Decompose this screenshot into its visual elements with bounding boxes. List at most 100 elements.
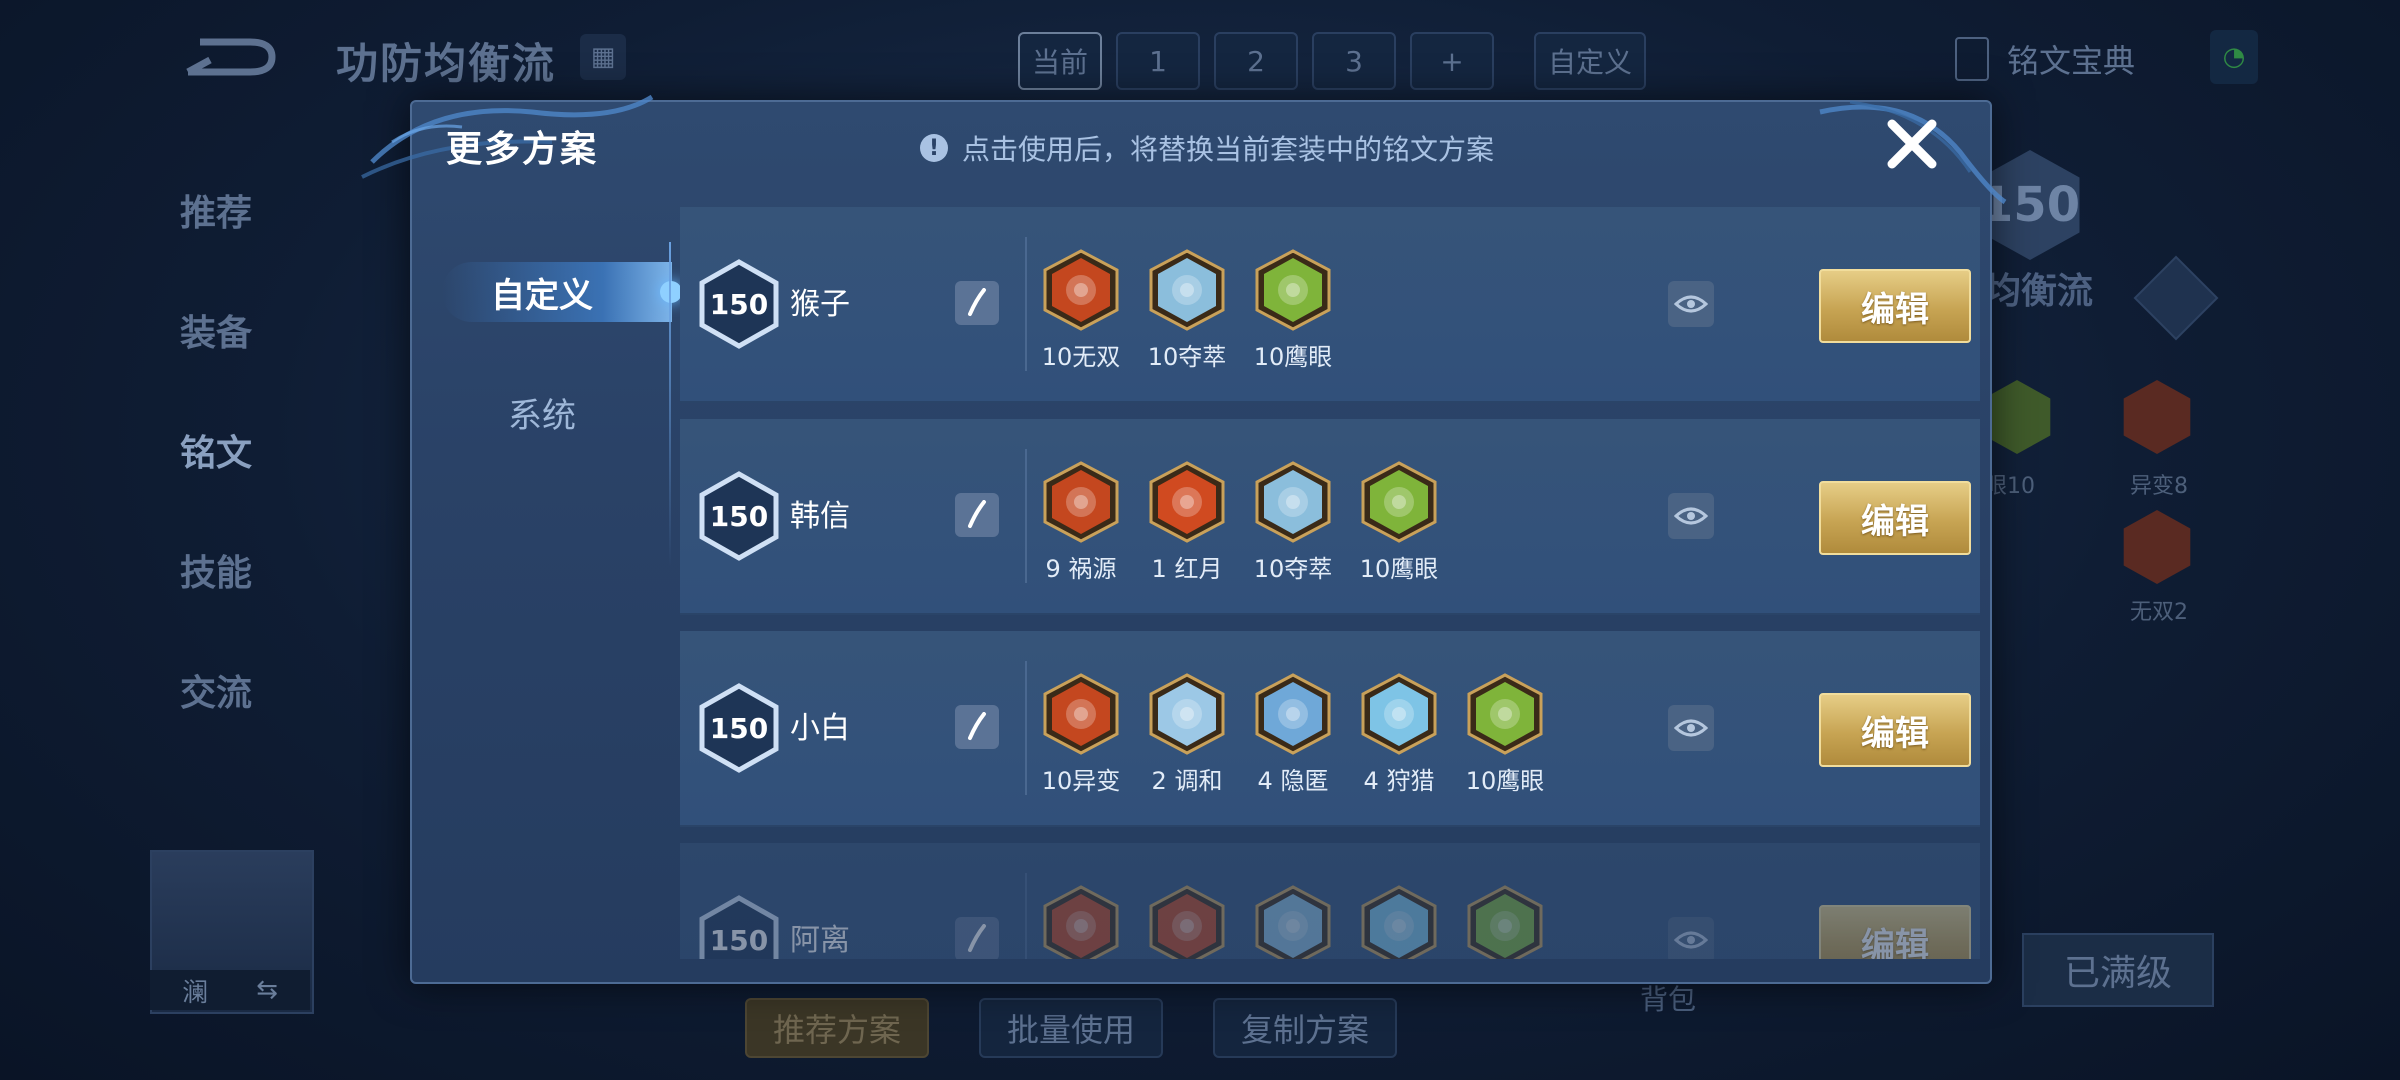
edit-button[interactable]: 编辑 bbox=[1819, 481, 1971, 555]
rune-label: 10异变 bbox=[1041, 767, 1121, 795]
scheme-row[interactable]: 150 小白 10异变 2 调和 4 隐匿 4 狩猎 10鹰眼 编辑 bbox=[680, 631, 1980, 827]
tab-current[interactable]: 当前 bbox=[1018, 32, 1103, 90]
edit-button[interactable]: 编辑 bbox=[1819, 269, 1971, 343]
rune-icon bbox=[1043, 885, 1119, 959]
rune-set: 10无双 10夺萃 10鹰眼 bbox=[1040, 249, 1334, 372]
eye-icon bbox=[1674, 295, 1708, 313]
rune-item: 10夺萃 bbox=[1252, 461, 1334, 584]
tab-label: 系统 bbox=[508, 395, 576, 436]
dialog-hint: ! 点击使用后，将替换当前套装中的铭文方案 bbox=[920, 128, 1494, 168]
tab-2[interactable]: 2 bbox=[1214, 32, 1299, 90]
rune-icon bbox=[1361, 885, 1437, 959]
info-icon: ! bbox=[920, 134, 948, 162]
divider bbox=[1025, 449, 1027, 583]
close-button[interactable] bbox=[1880, 112, 1944, 176]
tab-custom-schemes[interactable]: 自定义 bbox=[412, 232, 682, 352]
preview-button[interactable] bbox=[1668, 705, 1714, 751]
rune-icon bbox=[1043, 249, 1119, 331]
tab-1[interactable]: 1 bbox=[1116, 32, 1201, 90]
scheme-name: 韩信 bbox=[790, 499, 850, 534]
rune-label: 1 红月 bbox=[1151, 555, 1223, 583]
divider bbox=[669, 242, 671, 567]
rune-item: 4 隐匿 bbox=[1252, 673, 1334, 796]
tab-add[interactable]: + bbox=[1410, 32, 1495, 90]
tab-3[interactable]: 3 bbox=[1312, 32, 1397, 90]
rune-label: 4 狩猎 bbox=[1363, 767, 1435, 795]
rune-icon bbox=[1467, 885, 1543, 959]
level-text: 150 bbox=[710, 924, 768, 957]
rune-icon bbox=[1149, 249, 1225, 331]
batch-use-button[interactable]: 批量使用 bbox=[979, 998, 1164, 1058]
rune-icon bbox=[1255, 461, 1331, 543]
menu-icon[interactable] bbox=[2133, 255, 2219, 341]
nav-item-runes[interactable]: 铭文 bbox=[180, 390, 252, 510]
rune-icon bbox=[1255, 249, 1331, 331]
rune-label: 10夺萃 bbox=[1147, 343, 1227, 371]
rename-button[interactable] bbox=[955, 281, 999, 325]
edit-button[interactable]: 编辑 bbox=[1819, 905, 1971, 959]
nav-item-skills[interactable]: 技能 bbox=[180, 510, 252, 630]
rename-button[interactable] bbox=[955, 493, 999, 537]
rune-label-bg: 眼10 bbox=[1985, 474, 2035, 499]
level-badge: 150 bbox=[699, 683, 779, 773]
rune-item: 10鹰眼 bbox=[1464, 673, 1546, 796]
scheme-title-bg: 均衡流 bbox=[1985, 271, 2094, 312]
hint-text: 点击使用后，将替换当前套装中的铭文方案 bbox=[962, 133, 1495, 166]
hero-switcher[interactable]: 澜 ⇆ bbox=[150, 970, 310, 1010]
pencil-icon bbox=[968, 924, 986, 952]
dialog-side-tabs: 自定义 系统 bbox=[412, 232, 682, 472]
rune-item: 10鹰眼 bbox=[1358, 461, 1440, 584]
preview-button[interactable] bbox=[1668, 493, 1714, 539]
rune-icon bbox=[1361, 673, 1437, 755]
rune-book-button[interactable]: 铭文宝典 bbox=[1955, 36, 2135, 82]
grid-icon[interactable]: ▦ bbox=[580, 34, 626, 80]
rune-item: 1 红月 bbox=[1146, 461, 1228, 584]
scheme-row[interactable]: 150 阿离 编辑 bbox=[680, 843, 1980, 959]
rune-label: 10鹰眼 bbox=[1359, 555, 1439, 583]
nav-item-equipment[interactable]: 装备 bbox=[180, 270, 252, 390]
bag-label[interactable]: 背包 bbox=[1640, 978, 1696, 1018]
preview-button[interactable] bbox=[1668, 281, 1714, 327]
rename-button[interactable] bbox=[955, 705, 999, 749]
rune-label: 10夺萃 bbox=[1253, 555, 1333, 583]
pencil-icon bbox=[968, 712, 986, 740]
rune-label: 10鹰眼 bbox=[1465, 767, 1545, 795]
rune-item: 10鹰眼 bbox=[1252, 249, 1334, 372]
recommend-scheme-button[interactable]: 推荐方案 bbox=[745, 998, 930, 1058]
rune-icon bbox=[1361, 461, 1437, 543]
tab-label: 自定义 bbox=[491, 275, 593, 316]
eye-icon bbox=[1674, 507, 1708, 525]
swap-icon: ⇆ bbox=[256, 975, 278, 1005]
rune-item: 10无双 bbox=[1040, 249, 1122, 372]
close-icon bbox=[1887, 119, 1937, 169]
edit-button[interactable]: 编辑 bbox=[1819, 693, 1971, 767]
scheme-row[interactable]: 150 韩信 9 祸源 1 红月 10夺萃 10鹰眼 编辑 bbox=[680, 419, 1980, 615]
rune-item: 10夺萃 bbox=[1146, 249, 1228, 372]
back-arrow-icon[interactable] bbox=[180, 32, 280, 82]
rune-item: 2 调和 bbox=[1146, 673, 1228, 796]
rune-item bbox=[1040, 885, 1122, 959]
level-badge: 150 bbox=[699, 471, 779, 561]
nav-item-recommend[interactable]: 推荐 bbox=[180, 150, 252, 270]
rune-label: 10鹰眼 bbox=[1253, 343, 1333, 371]
scheme-name: 小白 bbox=[790, 711, 850, 746]
level-text: 150 bbox=[710, 288, 768, 321]
preview-button[interactable] bbox=[1668, 917, 1714, 959]
nav-item-community[interactable]: 交流 bbox=[180, 630, 252, 750]
copy-scheme-button[interactable]: 复制方案 bbox=[1213, 998, 1398, 1058]
divider bbox=[1025, 873, 1027, 959]
eye-icon bbox=[1674, 719, 1708, 737]
scheme-row[interactable]: 150 猴子 10无双 10夺萃 10鹰眼 编辑 bbox=[680, 207, 1980, 403]
pencil-icon bbox=[968, 500, 986, 528]
scheme-list[interactable]: 150 猴子 10无双 10夺萃 10鹰眼 编辑 150 韩信 9 祸源 1 红… bbox=[680, 207, 1980, 959]
rune-book-label: 铭文宝典 bbox=[2007, 42, 2136, 80]
tab-custom[interactable]: 自定义 bbox=[1534, 32, 1647, 90]
hero-name: 澜 bbox=[182, 977, 209, 1008]
maxed-button[interactable]: 已满级 bbox=[2022, 933, 2214, 1007]
rename-button[interactable] bbox=[955, 917, 999, 959]
rune-icon-bg bbox=[2123, 510, 2191, 584]
bottom-actions: 推荐方案 批量使用 复制方案 bbox=[745, 998, 1398, 1058]
level-badge: 150 bbox=[699, 259, 779, 349]
tab-system-schemes[interactable]: 系统 bbox=[412, 352, 672, 472]
pencil-icon bbox=[968, 288, 986, 316]
